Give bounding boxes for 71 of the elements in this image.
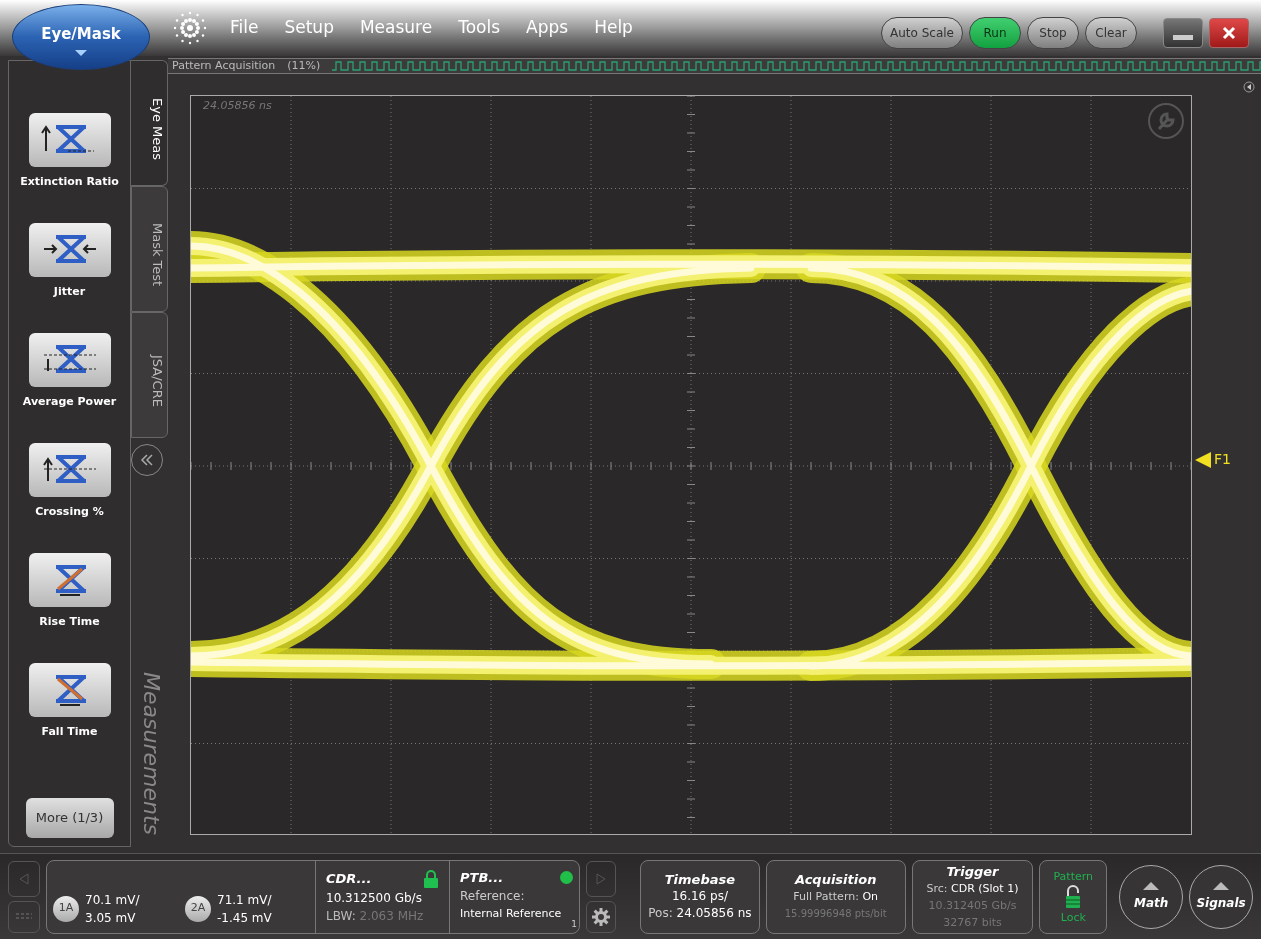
more-button[interactable]: More (1/3) — [25, 798, 114, 838]
toolbar-button[interactable]: Stop — [1027, 17, 1079, 49]
settings-icon — [590, 905, 613, 928]
acquisition-detail: 15.99996948 pts/bit — [784, 907, 887, 921]
trigger-length: 32767 bits — [943, 914, 1002, 931]
measurement-label: Rise Time — [38, 614, 101, 630]
channel-offset: 3.05 mV — [85, 909, 137, 927]
channel-offset: -1.45 mV — [217, 909, 272, 927]
pattern-lock-panel[interactable]: Pattern Lock — [1039, 859, 1108, 934]
pattern-lock-status: Lock — [1060, 909, 1086, 926]
caret-icon — [75, 49, 87, 56]
acquisition-label: Pattern Acquisition — [172, 59, 276, 73]
channel-badge[interactable]: 2A — [185, 895, 211, 922]
marker-label: F1 — [1214, 450, 1231, 469]
acquisition-title: Acquisition — [794, 871, 877, 888]
measurement-label: Extinction Ratio — [19, 174, 120, 190]
timebase-position: Pos: 24.05856 ns — [648, 905, 752, 922]
cdr-rate: 10.312500 Gb/s — [326, 889, 423, 907]
channel-scale: 70.1 mV/ — [85, 891, 140, 909]
round-menu-button[interactable]: Signals — [1189, 864, 1253, 929]
measurement-button[interactable] — [28, 553, 111, 607]
left-triangle-icon — [19, 872, 29, 885]
measurement-label: Crossing % — [34, 504, 105, 520]
reference-label: Reference: — [460, 887, 526, 905]
measurement-button[interactable] — [28, 223, 111, 277]
close-button[interactable] — [1209, 18, 1249, 48]
grid-icon — [16, 911, 32, 922]
cdr-title[interactable]: CDR... — [326, 869, 372, 888]
marker-arrow-icon — [1195, 451, 1211, 468]
side-tab[interactable]: JSA/CRE — [131, 312, 168, 438]
up-triangle-icon — [1143, 881, 1160, 890]
timebase-title: Timebase — [664, 871, 736, 888]
side-tab[interactable]: Mask Test — [131, 186, 168, 312]
timebase-panel[interactable]: Timebase 16.16 ps/ Pos: 24.05856 ns — [640, 859, 760, 934]
panel-title: Measurements — [138, 672, 165, 835]
settings-button[interactable] — [586, 900, 617, 933]
measurement-button[interactable] — [28, 333, 111, 387]
measurement-label: Jitter — [52, 284, 87, 300]
ptb-title[interactable]: PTB... — [460, 868, 504, 887]
channel-scale: 71.1 mV/ — [217, 891, 272, 909]
cdr-loop-bandwidth: LBW: 2.063 MHz — [326, 907, 425, 925]
trigger-title: Trigger — [946, 862, 999, 880]
double-chevron-left-icon — [140, 453, 154, 467]
toolbar-button[interactable]: Auto Scale — [881, 17, 963, 49]
timestamp-label: 24.05856 ns — [203, 98, 272, 114]
side-tab[interactable]: Eye Meas — [131, 60, 168, 186]
pattern-lock-label: Pattern — [1053, 868, 1094, 885]
acquisition-mode: Full Pattern: On — [793, 889, 879, 905]
reference-value: Internal Reference — [460, 905, 563, 922]
channel-badge[interactable]: 1A — [53, 895, 79, 922]
toolbar-button[interactable]: Clear — [1085, 17, 1137, 49]
acquisition-panel[interactable]: Acquisition Full Pattern: On 15.99996948 pts/bit — [765, 859, 906, 934]
measurement-button[interactable] — [28, 113, 111, 167]
measurement-label: Fall Time — [40, 724, 99, 740]
close-icon — [1222, 26, 1236, 40]
measurement-button[interactable] — [28, 443, 111, 497]
timebase-scale: 16.16 ps/ — [671, 888, 728, 905]
toolbar-button[interactable]: Run — [969, 17, 1021, 49]
measurement-label: Average Power — [21, 394, 118, 410]
minimize-button[interactable] — [1163, 18, 1203, 48]
measurement-button[interactable] — [28, 663, 111, 717]
percent-text: (11%) — [287, 59, 321, 73]
trigger-source: Src: CDR (Slot 1) — [926, 880, 1019, 897]
trigger-rate: 10.312405 Gb/s — [928, 897, 1017, 914]
round-menu-button[interactable]: Math — [1119, 864, 1184, 929]
minimize-icon — [1173, 35, 1193, 40]
page-number: 1 — [571, 917, 578, 931]
right-triangle-icon — [596, 872, 607, 885]
up-triangle-icon — [1213, 881, 1230, 890]
app-mode-button[interactable]: Eye/Mask — [12, 4, 150, 70]
trigger-panel[interactable]: Trigger Src: CDR (Slot 1) 10.312405 Gb/s 32767 bits — [911, 859, 1034, 934]
